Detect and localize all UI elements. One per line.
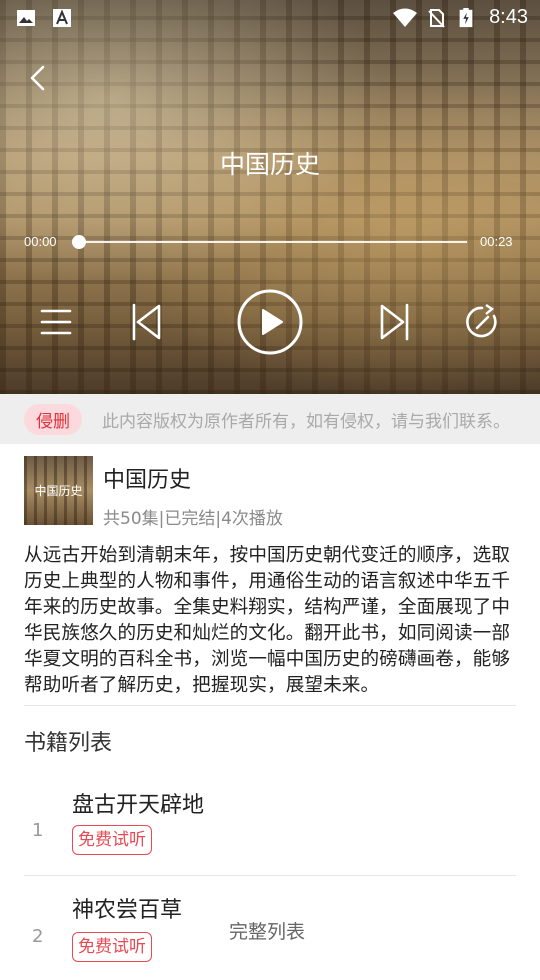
copyright-notice-text: 此内容版权为原作者所有，如有侵权，请与我们联系。 <box>102 412 510 432</box>
book-description: 从远古开始到清朝末年，按中国历史朝代变迁的顺序，选取历史上典型的人物和事件，用通… <box>24 545 511 696</box>
takedown-tag: 侵删 <box>24 404 82 435</box>
play-button-icon[interactable] <box>236 288 304 356</box>
progress-knob[interactable] <box>72 235 86 249</box>
copyright-notice-bar: 侵删 此内容版权为原作者所有，如有侵权，请与我们联系。 <box>0 394 540 444</box>
cover-title-text: 中国历史 <box>34 484 83 498</box>
player-title: 中国历史 <box>219 150 320 179</box>
no-sim-icon <box>428 9 445 28</box>
episode-list-heading: 书籍列表 <box>24 731 113 756</box>
progress-slider[interactable] <box>72 235 467 249</box>
book-title: 中国历史 <box>103 468 192 493</box>
previous-track-icon[interactable] <box>129 302 163 342</box>
gallery-notification-icon <box>17 10 35 26</box>
episode-number: 2 <box>32 926 44 947</box>
divider <box>24 705 516 706</box>
episode-number: 1 <box>32 820 44 841</box>
back-arrow-icon[interactable] <box>26 64 50 92</box>
current-time: 00:00 <box>24 234 57 249</box>
font-notification-icon <box>53 9 71 27</box>
next-track-icon[interactable] <box>378 302 412 342</box>
book-meta: 共50集|已完结|4次播放 <box>103 509 283 529</box>
episode-title: 神农尝百草 <box>72 898 183 923</box>
status-bar: 8:43 <box>0 0 540 36</box>
list-item[interactable]: 1 盘古开天辟地 免费试听 <box>0 775 540 875</box>
full-list-button[interactable]: 完整列表 <box>229 917 305 944</box>
status-time: 8:43 <box>489 6 528 28</box>
free-trial-tag: 免费试听 <box>72 932 152 962</box>
total-time: 00:23 <box>480 234 513 249</box>
wifi-icon <box>393 8 417 27</box>
battery-charging-icon <box>459 8 473 28</box>
book-cover-image: 中国历史 <box>24 456 93 525</box>
repeat-mode-icon[interactable] <box>464 304 500 340</box>
playlist-menu-icon[interactable] <box>40 308 72 336</box>
free-trial-tag: 免费试听 <box>72 825 152 855</box>
divider <box>24 875 516 876</box>
episode-title: 盘古开天辟地 <box>72 793 205 818</box>
